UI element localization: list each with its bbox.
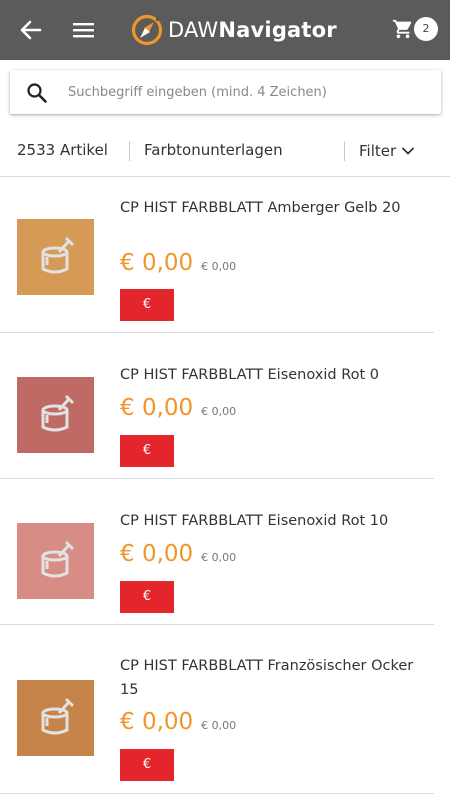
product-item[interactable]: CP HIST FARBBLATT Amberger Gelb 20 € 0,0… bbox=[0, 177, 450, 333]
category-selector[interactable]: Farbtonunterlagen bbox=[144, 141, 283, 159]
product-name[interactable]: CP HIST FARBBLATT Amberger Gelb 20 bbox=[120, 196, 420, 220]
price-row: € 0,00 € 0,00 bbox=[120, 250, 236, 280]
add-to-cart-button[interactable]: € bbox=[120, 581, 174, 613]
add-to-cart-button[interactable]: € bbox=[120, 289, 174, 321]
product-old-price: € 0,00 bbox=[201, 260, 237, 273]
search-input[interactable] bbox=[68, 70, 428, 114]
divider bbox=[0, 793, 434, 794]
product-price: € 0,00 bbox=[120, 250, 194, 276]
cart-count-badge[interactable]: 2 bbox=[414, 17, 438, 41]
product-thumbnail[interactable] bbox=[17, 219, 94, 295]
filter-bar: 2533 Artikel Farbtonunterlagen Filter bbox=[0, 130, 450, 172]
product-item[interactable]: CP HIST FARBBLATT Eisenoxid Rot 10 € 0,0… bbox=[0, 479, 450, 624]
product-thumbnail[interactable] bbox=[17, 377, 94, 453]
product-name[interactable]: CP HIST FARBBLATT Französischer Ocker 15 bbox=[120, 654, 420, 702]
product-name[interactable]: CP HIST FARBBLATT Eisenoxid Rot 0 bbox=[120, 363, 420, 387]
product-name[interactable]: CP HIST FARBBLATT Eisenoxid Rot 10 bbox=[120, 509, 420, 533]
filter-label: Filter bbox=[359, 142, 397, 160]
article-count: 2533 Artikel bbox=[17, 141, 108, 159]
back-arrow-icon[interactable] bbox=[14, 16, 46, 44]
app-logo: DAWNavigator bbox=[130, 12, 337, 48]
product-thumbnail[interactable] bbox=[17, 523, 94, 599]
compass-icon bbox=[131, 14, 163, 46]
add-to-cart-button[interactable]: € bbox=[120, 749, 174, 781]
price-row: € 0,00 € 0,00 bbox=[120, 709, 236, 739]
price-row: € 0,00 € 0,00 bbox=[120, 541, 236, 571]
hamburger-menu-icon[interactable] bbox=[68, 16, 100, 44]
product-thumbnail[interactable] bbox=[17, 680, 94, 756]
product-item[interactable]: CP HIST FARBBLATT Französischer Ocker 15… bbox=[0, 625, 450, 793]
product-price: € 0,00 bbox=[120, 709, 194, 735]
filter-button[interactable]: Filter bbox=[359, 140, 415, 162]
divider bbox=[129, 141, 130, 161]
product-price: € 0,00 bbox=[120, 395, 194, 421]
product-old-price: € 0,00 bbox=[201, 551, 237, 564]
product-item[interactable]: CP HIST FARBBLATT Eisenoxid Rot 0 € 0,00… bbox=[0, 333, 450, 478]
add-to-cart-button[interactable]: € bbox=[120, 435, 174, 467]
product-old-price: € 0,00 bbox=[201, 719, 237, 732]
app-logo-text: DAWNavigator bbox=[168, 18, 337, 42]
product-price: € 0,00 bbox=[120, 541, 194, 567]
chevron-down-icon bbox=[402, 147, 415, 155]
price-row: € 0,00 € 0,00 bbox=[120, 395, 236, 425]
app-bar: DAWNavigator 2 bbox=[0, 0, 450, 60]
divider bbox=[344, 141, 345, 161]
search-icon[interactable] bbox=[26, 82, 48, 104]
search-box bbox=[10, 70, 441, 114]
product-old-price: € 0,00 bbox=[201, 405, 237, 418]
cart-icon[interactable] bbox=[392, 18, 414, 40]
